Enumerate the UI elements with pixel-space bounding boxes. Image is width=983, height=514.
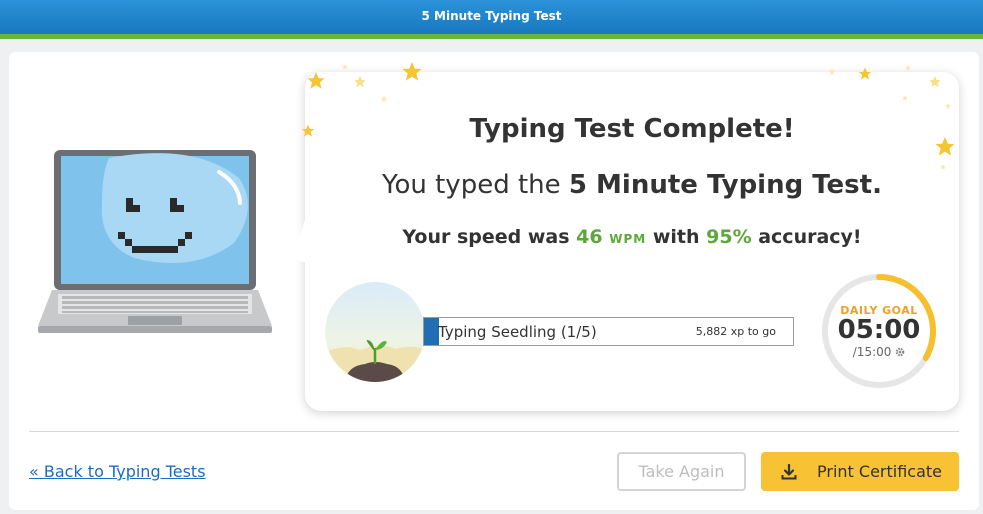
gear-icon[interactable] <box>895 347 905 357</box>
app-header: 5 Minute Typing Test <box>0 0 983 34</box>
daily-goal-total: /15:00 <box>818 345 940 359</box>
level-progress-bar: Typing Seedling (1/5) 5,882 xp to go <box>423 317 794 346</box>
speed-mid: with <box>646 226 707 248</box>
footer-divider <box>29 431 959 432</box>
wpm-unit: WPM <box>609 232 647 246</box>
back-to-typing-tests-link[interactable]: « Back to Typing Tests <box>29 462 206 481</box>
daily-goal-time: 05:00 <box>837 315 921 345</box>
level-label: Typing Seedling (1/5) <box>438 323 597 341</box>
completion-subheading: You typed the 5 Minute Typing Test. <box>305 170 959 200</box>
wpm-value: 46 <box>576 226 603 248</box>
seedling-badge-icon <box>325 282 425 382</box>
laptop-mascot-icon <box>38 150 272 333</box>
speed-suffix: accuracy! <box>751 226 862 248</box>
completion-heading: Typing Test Complete! <box>469 114 795 144</box>
subheading-prefix: You typed the <box>382 170 569 200</box>
page-title: 5 Minute Typing Test <box>421 9 562 23</box>
xp-remaining: 5,882 xp to go <box>695 325 776 338</box>
header-accent-line <box>0 34 983 39</box>
take-again-button[interactable]: Take Again <box>617 452 746 491</box>
test-name: 5 Minute Typing Test. <box>568 170 882 200</box>
daily-goal-total-value: /15:00 <box>852 345 892 359</box>
print-certificate-button[interactable]: Print Certificate <box>761 452 959 491</box>
speed-summary: Your speed was 46 WPM with 95% accuracy! <box>305 226 959 248</box>
level-progress-fill <box>424 318 439 345</box>
download-icon <box>781 463 797 479</box>
accuracy-value: 95% <box>706 226 752 248</box>
print-certificate-label: Print Certificate <box>817 462 942 481</box>
speed-prefix: Your speed was <box>402 226 577 248</box>
